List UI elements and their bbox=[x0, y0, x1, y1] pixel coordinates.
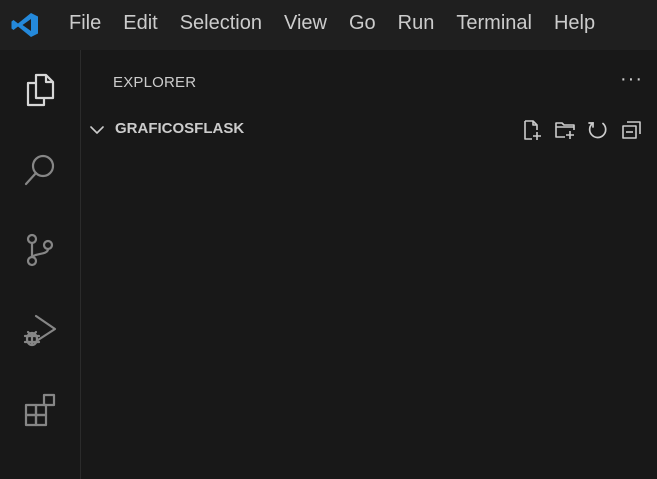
workspace-folder-name: GRAFICOSFLASK bbox=[115, 120, 245, 137]
menu-bar: File Edit Selection View Go Run Terminal… bbox=[0, 0, 657, 50]
files-icon[interactable] bbox=[0, 50, 80, 130]
menu-file[interactable]: File bbox=[58, 0, 112, 50]
explorer-header: EXPLORER ··· bbox=[81, 68, 657, 98]
refresh-icon[interactable] bbox=[581, 118, 614, 142]
menu-items: File Edit Selection View Go Run Terminal… bbox=[58, 0, 606, 50]
menu-view[interactable]: View bbox=[273, 0, 338, 50]
new-folder-icon[interactable] bbox=[548, 118, 581, 142]
vscode-window: File Edit Selection View Go Run Terminal… bbox=[0, 0, 657, 479]
menu-edit[interactable]: Edit bbox=[112, 0, 168, 50]
collapse-all-icon[interactable] bbox=[614, 118, 647, 142]
folder-actions bbox=[515, 118, 647, 142]
workspace-folder-header[interactable]: GRAFICOSFLASK bbox=[81, 116, 657, 144]
menu-terminal[interactable]: Terminal bbox=[445, 0, 543, 50]
explorer-title: EXPLORER bbox=[113, 74, 197, 91]
source-control-icon[interactable] bbox=[0, 210, 80, 290]
menu-run[interactable]: Run bbox=[387, 0, 446, 50]
more-actions-button[interactable]: ··· bbox=[620, 68, 643, 91]
menu-selection[interactable]: Selection bbox=[169, 0, 273, 50]
chevron-down-icon[interactable] bbox=[89, 122, 105, 143]
menu-go[interactable]: Go bbox=[338, 0, 387, 50]
activity-bar bbox=[0, 50, 81, 479]
run-debug-icon[interactable] bbox=[0, 290, 80, 370]
extensions-icon[interactable] bbox=[0, 370, 80, 450]
new-file-icon[interactable] bbox=[515, 118, 548, 142]
explorer-sidebar: EXPLORER ··· GRAFICOSFLASK bbox=[81, 50, 657, 479]
search-icon[interactable] bbox=[0, 130, 80, 210]
vscode-logo-icon[interactable] bbox=[0, 0, 50, 50]
menu-help[interactable]: Help bbox=[543, 0, 606, 50]
